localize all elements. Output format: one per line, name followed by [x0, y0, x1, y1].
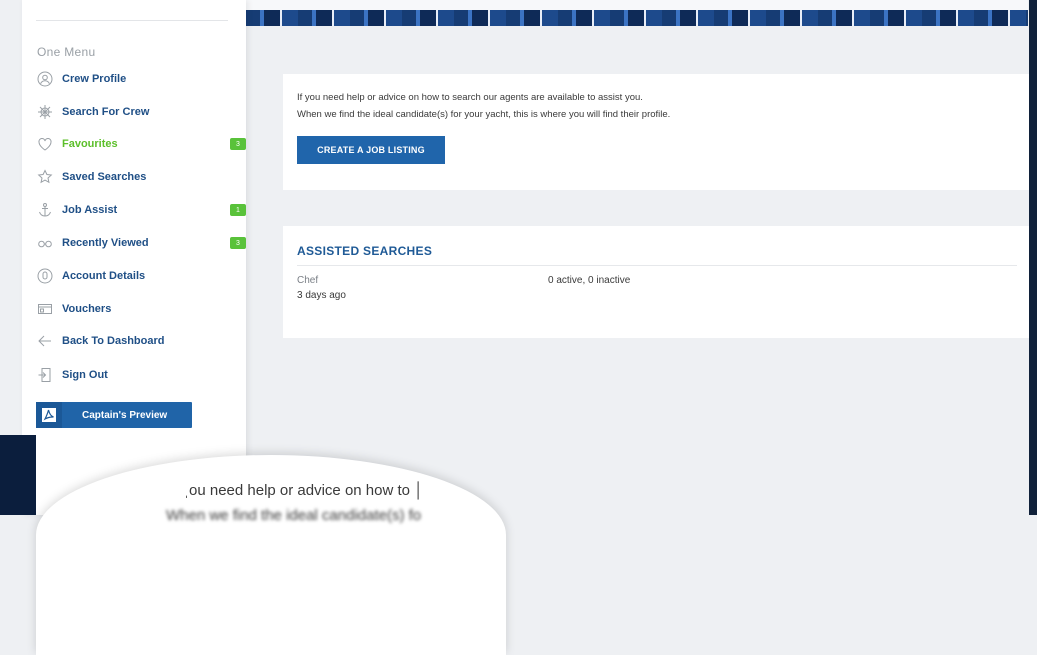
count-badge: 3: [230, 237, 246, 249]
divider: [297, 265, 1017, 266]
helm-icon: [36, 103, 54, 121]
magnified-text-line-1: ˌou need help or advice on how to │: [184, 482, 424, 499]
user-circle-icon: [36, 70, 54, 88]
sidebar-item-label: Back To Dashboard: [62, 335, 165, 347]
magnifier-overlay: ˌou need help or advice on how to │ When…: [36, 455, 506, 655]
menu-heading: One Menu: [37, 45, 96, 59]
sidebar-item-label: Job Assist: [62, 204, 118, 216]
sidebar-item-crew-profile[interactable]: Crew Profile: [36, 67, 232, 91]
pdf-icon: [36, 402, 62, 428]
sidebar-item-label: Account Details: [62, 270, 146, 282]
background-edge: [0, 435, 36, 515]
sidebar-item-label: Crew Profile: [62, 73, 127, 85]
sidebar-item-label: Search For Crew: [62, 106, 150, 118]
sidebar-item-label: Favourites: [62, 138, 118, 150]
sidebar: One Menu Crew Profile Search For Crew Fa…: [22, 0, 246, 515]
sidebar-item-recently-viewed[interactable]: Recently Viewed 3: [36, 231, 246, 255]
sidebar-item-vouchers[interactable]: Vouchers: [36, 297, 232, 321]
sidebar-item-account-details[interactable]: Account Details: [36, 264, 232, 288]
help-text-line-1: If you need help or advice on how to sea…: [297, 92, 643, 103]
sidebar-item-label: Vouchers: [62, 303, 112, 315]
voucher-icon: [36, 300, 54, 318]
sidebar-divider: [36, 20, 228, 21]
star-icon: [36, 168, 54, 186]
sidebar-item-label: Saved Searches: [62, 171, 147, 183]
assisted-searches-title: ASSISTED SEARCHES: [297, 244, 433, 258]
account-icon: [36, 267, 54, 285]
header-banner: [246, 10, 1028, 26]
search-role[interactable]: Chef: [297, 275, 318, 286]
magnified-text-line-2: When we find the ideal candidate(s) fo: [166, 507, 422, 524]
count-badge: 1: [230, 204, 246, 216]
search-timestamp: 3 days ago: [297, 290, 346, 301]
sidebar-item-favourites[interactable]: Favourites 3: [36, 132, 246, 156]
sign-out-icon: [36, 366, 54, 384]
glasses-icon: [36, 234, 54, 252]
count-badge: 3: [230, 138, 246, 150]
anchor-icon: [36, 201, 54, 219]
sidebar-item-label: Recently Viewed: [62, 237, 149, 249]
top-strip: [246, 0, 1028, 10]
sidebar-item-label: Sign Out: [62, 369, 108, 381]
sidebar-item-sign-out[interactable]: Sign Out: [36, 363, 232, 387]
help-text-line-2: When we find the ideal candidate(s) for …: [297, 109, 671, 120]
sidebar-item-search-for-crew[interactable]: Search For Crew: [36, 100, 232, 124]
create-job-listing-button[interactable]: CREATE A JOB LISTING: [297, 136, 445, 164]
heart-icon: [36, 135, 54, 153]
sidebar-item-back-to-dashboard[interactable]: Back To Dashboard: [36, 329, 232, 353]
back-arrow-icon: [36, 332, 54, 350]
help-panel: If you need help or advice on how to sea…: [283, 74, 1031, 190]
assisted-searches-panel: ASSISTED SEARCHES Chef 3 days ago 0 acti…: [283, 226, 1031, 338]
captains-preview-label: Captain's Preview: [82, 409, 168, 421]
captains-preview-button[interactable]: Captain's Preview: [36, 402, 192, 428]
sidebar-item-job-assist[interactable]: Job Assist 1: [36, 198, 246, 222]
sidebar-item-saved-searches[interactable]: Saved Searches: [36, 165, 232, 189]
search-status: 0 active, 0 inactive: [548, 275, 631, 286]
window-edge: [1029, 0, 1037, 515]
